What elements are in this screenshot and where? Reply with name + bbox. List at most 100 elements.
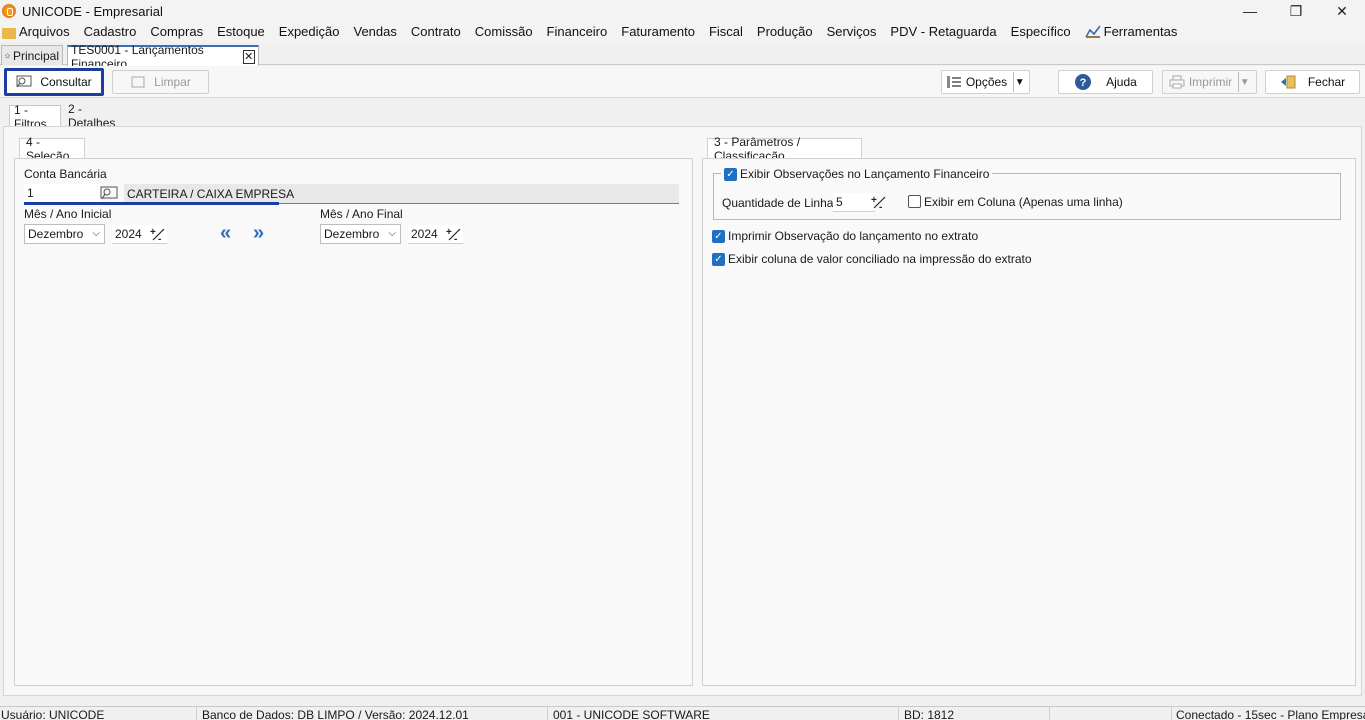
svg-text:+: +	[871, 195, 877, 206]
tab-detalhes[interactable]: 2 - Detalhes	[64, 102, 130, 130]
document-tabstrip: Principal TES0001 - Lançamentos Financei…	[0, 43, 1365, 71]
chevron-down-icon: ⌵	[92, 228, 100, 239]
imprimir-label: Imprimir	[1188, 75, 1233, 89]
mes-final-select[interactable]: Dezembro ⌵	[320, 224, 401, 244]
quantidade-linhas-input[interactable]: 5	[833, 193, 875, 212]
svg-text:-: -	[454, 234, 457, 242]
tab-principal[interactable]: Principal	[1, 45, 63, 65]
close-window-button[interactable]: ✕	[1319, 0, 1365, 22]
exibir-conciliado-label: Exibir coluna de valor conciliado na imp…	[728, 252, 1032, 266]
svg-text:+: +	[446, 227, 452, 238]
filters-content: 4 - Seleção Conta Bancária 1 CARTEIRA / …	[3, 126, 1362, 696]
list-icon	[946, 76, 961, 88]
menu-producao[interactable]: Produção	[750, 22, 820, 42]
tools-icon	[1084, 25, 1101, 38]
eraser-icon	[131, 76, 145, 88]
imprimir-observacao-checkbox[interactable]: ✓	[712, 230, 725, 243]
window-controls: — ❐ ✕	[1227, 0, 1365, 22]
folder-icon	[2, 27, 16, 39]
ajuda-button[interactable]: ? Ajuda	[1058, 70, 1153, 94]
status-usuario: Usuário: UNICODE	[0, 707, 197, 720]
chevron-down-icon: ⌵	[388, 228, 396, 239]
exibir-observacoes-option[interactable]: ✓ Exibir Observações no Lançamento Finan…	[721, 167, 993, 181]
help-icon: ?	[1075, 74, 1092, 90]
menu-cadastro[interactable]: Cadastro	[77, 22, 144, 42]
mes-inicial-select[interactable]: Dezembro ⌵	[24, 224, 105, 244]
menu-estoque[interactable]: Estoque	[210, 22, 272, 42]
exit-icon	[1280, 75, 1296, 89]
search-icon[interactable]	[100, 186, 118, 201]
menu-servicos[interactable]: Serviços	[820, 22, 884, 42]
svg-text:+: +	[150, 227, 156, 238]
svg-text:?: ?	[1080, 77, 1087, 89]
conta-bancaria-label: Conta Bancária	[24, 167, 107, 181]
menu-ferramentas[interactable]: Ferramentas	[1078, 22, 1185, 42]
field-underline	[279, 203, 679, 204]
spin-icon[interactable]: + -	[871, 194, 887, 210]
menu-fiscal[interactable]: Fiscal	[702, 22, 750, 42]
menu-especifico[interactable]: Específico	[1004, 22, 1078, 42]
minimize-button[interactable]: —	[1227, 0, 1273, 22]
exibir-observacoes-checkbox[interactable]: ✓	[724, 167, 737, 181]
fechar-button[interactable]: Fechar	[1265, 70, 1360, 94]
title-bar: UNICODE - Empresarial — ❐ ✕	[0, 0, 1365, 22]
spin-icon[interactable]: + -	[150, 226, 166, 242]
tab-filtros[interactable]: 1 - Filtros	[9, 103, 61, 131]
exibir-em-coluna-checkbox[interactable]	[908, 195, 921, 208]
menu-comissao[interactable]: Comissão	[468, 22, 540, 42]
mes-final-value: Dezembro	[324, 227, 380, 241]
fechar-label: Fechar	[1307, 75, 1346, 89]
quantidade-linhas-label: Quantidade de Linhas	[722, 196, 840, 210]
home-icon	[5, 53, 10, 58]
parametros-panel: ✓ Exibir Observações no Lançamento Finan…	[702, 158, 1356, 686]
focus-underline	[24, 202, 279, 205]
app-logo-icon	[2, 4, 16, 18]
menu-expedicao[interactable]: Expedição	[272, 22, 347, 42]
consultar-button[interactable]: Consultar	[4, 68, 104, 96]
menu-vendas[interactable]: Vendas	[347, 22, 404, 42]
selecao-title: 4 - Seleção	[19, 135, 85, 163]
status-bd: BD: 1812	[903, 707, 1050, 720]
opcoes-label: Opções	[965, 75, 1008, 89]
restore-button[interactable]: ❐	[1273, 0, 1319, 22]
next-month-icon[interactable]: »	[253, 222, 264, 245]
imprimir-observacao-label: Imprimir Observação do lançamento no ext…	[728, 229, 979, 243]
menu-financeiro[interactable]: Financeiro	[540, 22, 615, 42]
conta-bancaria-input[interactable]: 1	[24, 184, 100, 203]
mes-ano-inicial-label: Mês / Ano Inicial	[24, 207, 112, 221]
ajuda-label: Ajuda	[1106, 75, 1137, 89]
limpar-label: Limpar	[154, 75, 191, 89]
exibir-em-coluna-label: Exibir em Coluna (Apenas uma linha)	[924, 195, 1123, 209]
svg-text:-: -	[879, 202, 882, 210]
status-spacer	[1054, 707, 1172, 720]
menu-bar: Arquivos Cadastro Compras Estoque Expedi…	[0, 22, 1365, 42]
limpar-button[interactable]: Limpar	[112, 70, 209, 94]
toolbar: Consultar Limpar Opções ▼ ? Ajuda Imprim…	[0, 66, 1365, 98]
menu-contrato[interactable]: Contrato	[404, 22, 468, 42]
menu-label: Arquivos	[19, 24, 70, 39]
status-conexao: Conectado - 15sec - Plano Empresa	[1176, 708, 1365, 720]
menu-faturamento[interactable]: Faturamento	[614, 22, 702, 42]
consultar-label: Consultar	[40, 75, 92, 89]
close-tab-icon[interactable]: ✕	[242, 49, 255, 64]
status-empresa: 001 - UNICODE SOFTWARE	[552, 707, 899, 720]
mes-ano-final-label: Mês / Ano Final	[320, 207, 403, 221]
printer-icon	[1169, 75, 1185, 89]
spin-icon[interactable]: + -	[446, 226, 462, 242]
prev-month-icon[interactable]: «	[220, 222, 231, 245]
menu-arquivos[interactable]: Arquivos	[0, 22, 77, 42]
conta-bancaria-description: CARTEIRA / CAIXA EMPRESA	[124, 184, 679, 203]
menu-pdv-retaguarda[interactable]: PDV - Retaguarda	[883, 22, 1003, 42]
exibir-observacoes-label: Exibir Observações no Lançamento Finance…	[740, 167, 990, 181]
menu-compras[interactable]: Compras	[143, 22, 210, 42]
chevron-down-icon[interactable]: ▼	[1013, 72, 1025, 92]
imprimir-button[interactable]: Imprimir ▼	[1162, 70, 1257, 94]
search-icon	[16, 75, 32, 88]
parametros-title: 3 - Parâmetros / Classificação	[707, 135, 862, 163]
tab-label: Principal	[12, 48, 59, 63]
chevron-down-icon[interactable]: ▼	[1238, 72, 1250, 92]
opcoes-button[interactable]: Opções ▼	[941, 70, 1030, 94]
status-bar: Usuário: UNICODE Banco de Dados: DB LIMP…	[0, 706, 1365, 720]
exibir-conciliado-checkbox[interactable]: ✓	[712, 253, 725, 266]
tab-lancamentos-financeiro[interactable]: TES0001 - Lançamentos Financeiro ✕	[67, 43, 259, 71]
